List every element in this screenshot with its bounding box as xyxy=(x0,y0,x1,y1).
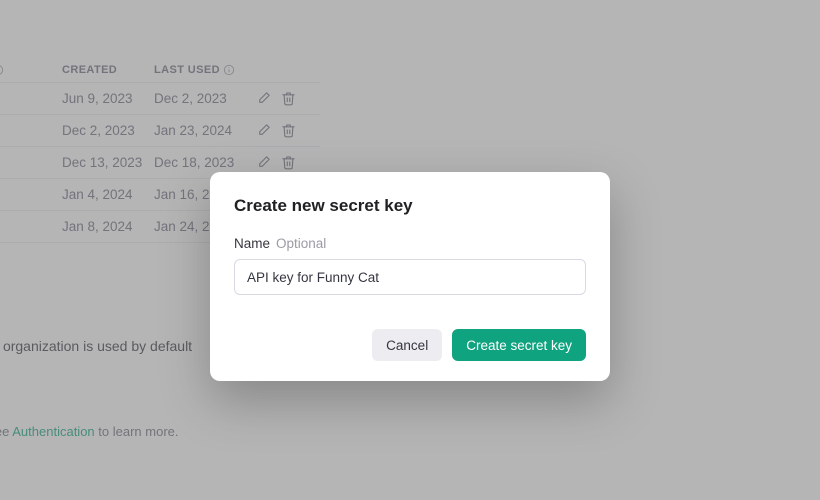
cancel-button[interactable]: Cancel xyxy=(372,329,442,361)
modal-title: Create new secret key xyxy=(234,196,586,216)
create-secret-key-button[interactable]: Create secret key xyxy=(452,329,586,361)
secret-key-name-input[interactable] xyxy=(234,259,586,295)
name-field-label: NameOptional xyxy=(234,236,586,251)
create-secret-key-modal: Create new secret key NameOptional Cance… xyxy=(210,172,610,381)
modal-overlay[interactable]: Create new secret key NameOptional Cance… xyxy=(0,0,820,500)
